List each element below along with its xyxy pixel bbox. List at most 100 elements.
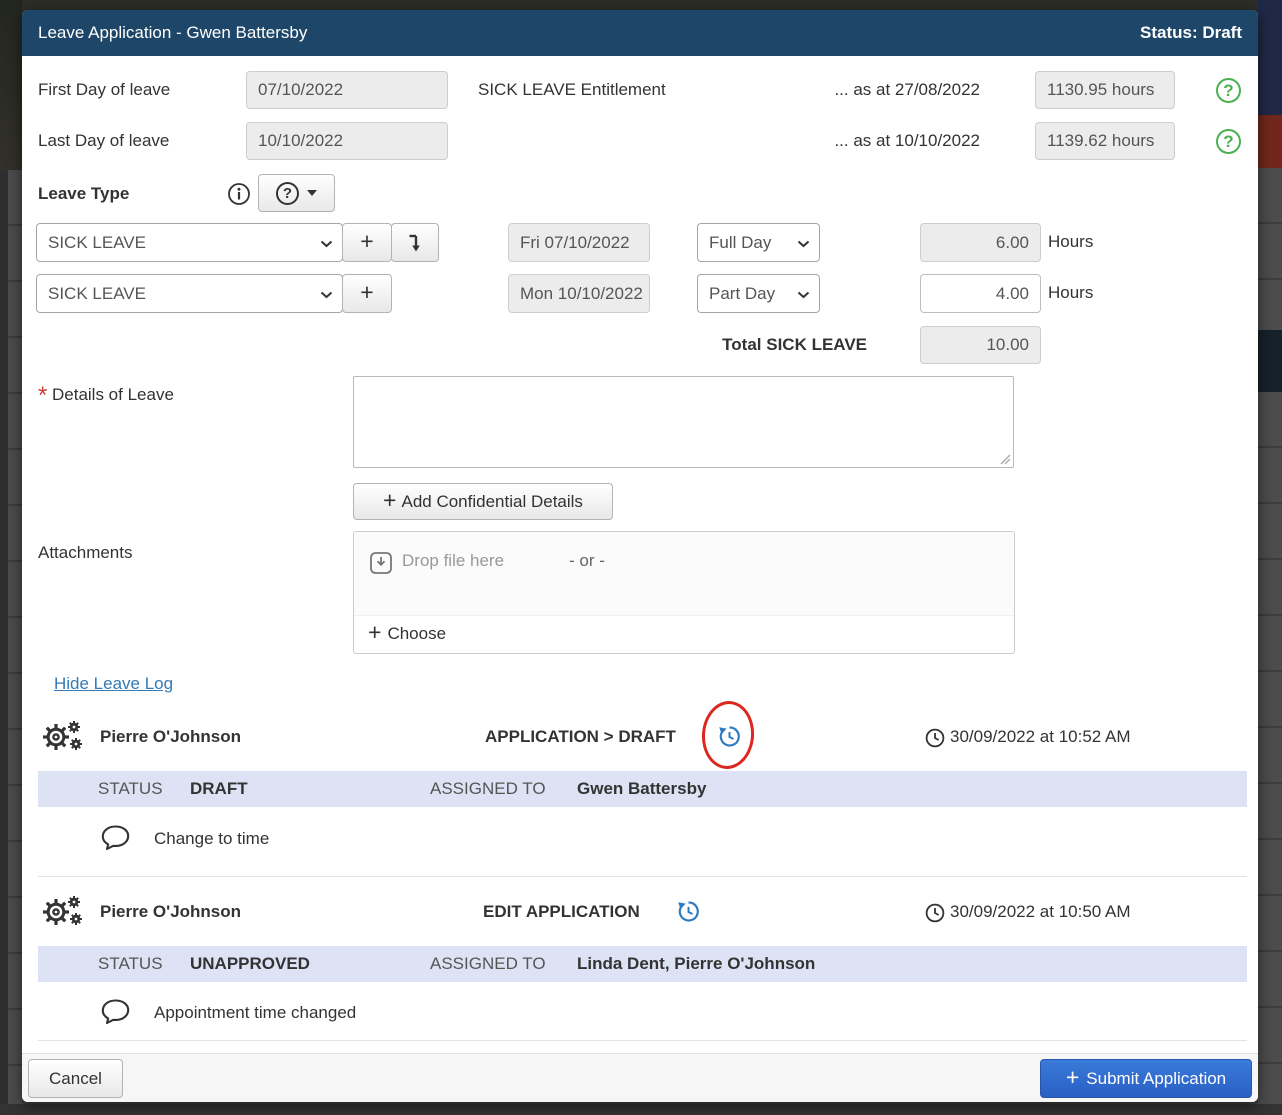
background-table-left (8, 170, 22, 1115)
last-day-value: 10/10/2022 (258, 131, 343, 151)
day-part-select-1[interactable]: Full Day (697, 223, 820, 262)
hours-input-1: 6.00 (920, 223, 1041, 262)
drop-file-icon (368, 550, 394, 576)
submit-application-button[interactable]: + Submit Application (1040, 1059, 1252, 1098)
background-photo (0, 0, 22, 170)
drop-file-text: Drop file here (402, 551, 504, 571)
log-action: EDIT APPLICATION (483, 902, 640, 922)
modal-header: Leave Application - Gwen Battersby Statu… (22, 10, 1258, 56)
status-value: DRAFT (190, 771, 248, 807)
modal-footer: Cancel + Submit Application (22, 1053, 1258, 1102)
first-day-value: 07/10/2022 (258, 80, 343, 100)
day-part-2-value: Part Day (709, 284, 775, 304)
or-text: - or - (569, 551, 605, 571)
log-comment: Appointment time changed (154, 1003, 356, 1023)
log-divider (38, 876, 1247, 877)
leave-application-modal: Leave Application - Gwen Battersby Statu… (22, 10, 1258, 1102)
leave-date-2-value: Mon 10/10/2022 (520, 284, 643, 304)
leave-type-help-dropdown[interactable]: ? (258, 174, 335, 212)
assigned-value: Gwen Battersby (577, 771, 706, 807)
add-confidential-label: Add Confidential Details (401, 492, 582, 512)
last-day-label: Last Day of leave (38, 122, 169, 160)
hours-label-2: Hours (1048, 274, 1093, 312)
drop-target-area[interactable] (354, 532, 1014, 616)
total-label: Total SICK LEAVE (622, 326, 867, 364)
chevron-down-icon (797, 240, 810, 248)
clock-icon (925, 728, 945, 748)
total-hours-input: 10.00 (920, 326, 1041, 364)
question-glyph: ? (1223, 81, 1233, 101)
hours-label-1: Hours (1048, 223, 1093, 261)
plus-icon: + (368, 621, 381, 644)
day-part-1-value: Full Day (709, 233, 771, 253)
chevron-down-icon (797, 291, 810, 299)
info-icon[interactable] (227, 182, 251, 206)
status-value: UNAPPROVED (190, 946, 310, 982)
background-navy-top (1258, 0, 1282, 115)
background-strip-bottom (0, 1104, 1282, 1115)
copy-down-icon (405, 232, 425, 254)
background-red-banner (1258, 115, 1282, 168)
add-leave-row-button[interactable]: + (342, 274, 392, 313)
as-at-1-label: ... as at 27/08/2022 (702, 71, 980, 109)
copy-down-button[interactable] (391, 223, 439, 262)
chevron-down-icon (320, 240, 333, 248)
last-day-input[interactable]: 10/10/2022 (246, 122, 448, 160)
plus-icon: + (1066, 1066, 1079, 1089)
help-circle-icon[interactable]: ? (1216, 129, 1241, 154)
as-at-2-label: ... as at 10/10/2022 (702, 122, 980, 160)
log-status-row: STATUS UNAPPROVED ASSIGNED TO Linda Dent… (38, 946, 1247, 982)
leave-type-select-1[interactable]: SICK LEAVE (36, 223, 343, 262)
annotation-circle (700, 699, 757, 770)
modal-title: Leave Application - Gwen Battersby (38, 23, 307, 43)
log-action: APPLICATION > DRAFT (485, 727, 676, 747)
log-user: Pierre O'Johnson (100, 727, 241, 747)
log-divider (38, 1040, 1247, 1041)
choose-file-button[interactable]: + Choose (368, 624, 446, 644)
question-circle-icon: ? (276, 182, 299, 205)
log-timestamp: 30/09/2022 at 10:50 AM (950, 902, 1131, 922)
gears-icon (40, 892, 86, 934)
clock-icon (925, 903, 945, 923)
plus-icon: + (383, 489, 396, 512)
submit-label: Submit Application (1086, 1069, 1226, 1089)
entitlement-label: SICK LEAVE Entitlement (478, 71, 666, 109)
leave-date-2: Mon 10/10/2022 (508, 274, 650, 313)
assigned-value: Linda Dent, Pierre O'Johnson (577, 946, 815, 982)
question-glyph: ? (1223, 132, 1233, 152)
leave-type-value: SICK LEAVE (48, 233, 146, 253)
attachments-label: Attachments (38, 534, 133, 572)
hide-leave-log-link[interactable]: Hide Leave Log (54, 674, 173, 694)
resize-grip[interactable] (999, 453, 1011, 465)
leave-type-label: Leave Type (38, 175, 129, 213)
history-icon[interactable] (676, 899, 701, 924)
status-badge: Status: Draft (1140, 23, 1242, 43)
attachments-dropzone[interactable]: Drop file here - or - + Choose (353, 531, 1015, 654)
leave-date-1-value: Fri 07/10/2022 (520, 233, 630, 253)
required-asterisk: * (38, 382, 47, 410)
leave-type-select-2[interactable]: SICK LEAVE (36, 274, 343, 313)
entitlement-1-value: 1130.95 hours (1035, 71, 1175, 109)
add-confidential-details-button[interactable]: + Add Confidential Details (353, 483, 613, 520)
help-circle-icon[interactable]: ? (1216, 78, 1241, 103)
question-glyph: ? (283, 185, 292, 202)
status-label: STATUS (98, 771, 163, 807)
cancel-label: Cancel (49, 1069, 102, 1089)
details-textarea[interactable] (353, 376, 1014, 468)
cancel-button[interactable]: Cancel (28, 1059, 123, 1098)
add-leave-row-button[interactable]: + (342, 223, 392, 262)
background-scrollbar (0, 170, 8, 1115)
entitlement-2-value: 1139.62 hours (1035, 122, 1175, 160)
entitlement-1-text: 1130.95 hours (1047, 80, 1154, 100)
hours-input-2[interactable]: 4.00 (920, 274, 1041, 313)
chevron-down-icon (320, 291, 333, 299)
day-part-select-2[interactable]: Part Day (697, 274, 820, 313)
chevron-down-icon (307, 190, 317, 196)
plus-icon: + (360, 230, 373, 253)
comment-bubble-icon (100, 996, 131, 1027)
first-day-input[interactable]: 07/10/2022 (246, 71, 448, 109)
log-comment: Change to time (154, 829, 269, 849)
assigned-label: ASSIGNED TO (430, 771, 546, 807)
hours-1-value: 6.00 (996, 233, 1029, 253)
total-hours-value: 10.00 (986, 335, 1029, 355)
